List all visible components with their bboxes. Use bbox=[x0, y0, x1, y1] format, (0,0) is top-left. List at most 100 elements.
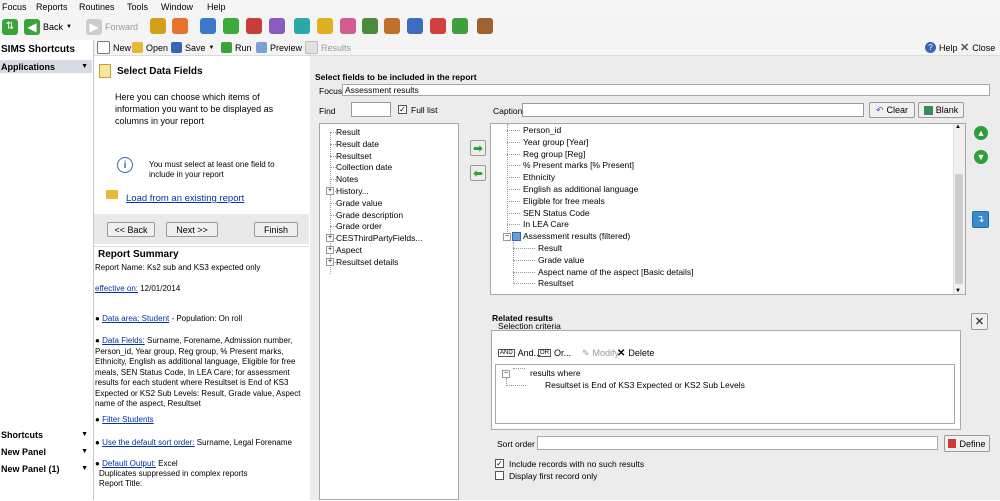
data-area-link[interactable]: Data area: Student bbox=[102, 314, 169, 323]
scroll-up-icon[interactable]: ▲ bbox=[955, 124, 961, 130]
help-button[interactable]: ? Help bbox=[925, 41, 958, 54]
menu-window[interactable]: Window bbox=[161, 2, 193, 12]
define-button[interactable]: Define bbox=[944, 435, 990, 452]
selected-field-item[interactable]: % Present marks [% Present] bbox=[523, 160, 634, 170]
caption-input[interactable] bbox=[522, 103, 864, 117]
sidebar-item-shortcuts[interactable]: Shortcuts ▼ bbox=[0, 428, 92, 441]
selected-field-item[interactable]: Result bbox=[538, 243, 562, 253]
delete-button[interactable]: ✕ Delete bbox=[617, 347, 654, 359]
chart-icon[interactable] bbox=[269, 18, 285, 34]
person-icon[interactable] bbox=[172, 18, 188, 34]
collapse-icon[interactable]: − bbox=[502, 370, 510, 378]
selected-field-item[interactable]: Grade value bbox=[538, 255, 584, 265]
criteria-condition[interactable]: Resultset is End of KS3 Expected or KS2 … bbox=[545, 380, 745, 390]
card-icon[interactable] bbox=[340, 18, 356, 34]
find-input[interactable] bbox=[351, 102, 391, 117]
tree-item[interactable]: Notes bbox=[336, 174, 358, 184]
tick-icon[interactable] bbox=[452, 18, 468, 34]
modify-button[interactable]: ✎ Modify bbox=[582, 347, 619, 359]
display-first-checkbox[interactable] bbox=[495, 471, 504, 480]
selected-field-item[interactable]: Eligible for free meals bbox=[523, 196, 605, 206]
tree-item[interactable]: Result date bbox=[336, 139, 379, 149]
selected-field-item[interactable]: In LEA Care bbox=[523, 219, 569, 229]
tree-item[interactable]: Collection date bbox=[336, 162, 392, 172]
tree-item[interactable]: History... bbox=[336, 186, 369, 196]
calendar-icon[interactable] bbox=[223, 18, 239, 34]
selected-field-item[interactable]: SEN Status Code bbox=[523, 208, 590, 218]
collapse-icon[interactable]: − bbox=[503, 233, 511, 242]
back-button[interactable]: ◀ Back ▼ bbox=[24, 18, 72, 36]
people-icon[interactable] bbox=[384, 18, 400, 34]
sidebar-item-new-panel-1[interactable]: New Panel (1) ▼ bbox=[0, 462, 92, 475]
sort-order-link[interactable]: Use the default sort order: bbox=[102, 438, 195, 447]
expand-icon[interactable]: + bbox=[326, 257, 334, 266]
selected-field-item[interactable]: Resultset bbox=[538, 278, 573, 288]
expand-icon[interactable]: + bbox=[326, 187, 334, 195]
add-field-button[interactable]: ➡ bbox=[470, 140, 486, 156]
back-step-button[interactable]: << Back bbox=[107, 222, 155, 237]
scrollbar-thumb[interactable] bbox=[955, 174, 963, 284]
remove-field-button[interactable]: ⬅ bbox=[470, 165, 486, 181]
tree-item[interactable]: Result bbox=[336, 127, 360, 137]
expand-icon[interactable]: + bbox=[326, 246, 334, 254]
sidebar-item-applications[interactable]: Applications ▼ bbox=[0, 60, 92, 73]
tree-item[interactable]: CESThirdPartyFields... bbox=[336, 233, 422, 243]
save-button[interactable]: Save ▼ bbox=[171, 41, 214, 54]
full-list-checkbox[interactable]: ✓ bbox=[398, 105, 407, 114]
book-icon[interactable] bbox=[200, 18, 216, 34]
staff-icon[interactable] bbox=[477, 18, 493, 34]
or-button[interactable]: OR Or... bbox=[538, 347, 571, 359]
remove-related-button[interactable]: ✕ bbox=[971, 313, 988, 330]
tree-item[interactable]: Resultset bbox=[336, 151, 371, 161]
selected-field-item[interactable]: Reg group [Reg] bbox=[523, 149, 585, 159]
available-fields-tree[interactable]: Result Result date Resultset Collection dat… bbox=[319, 123, 459, 500]
run-button[interactable]: Run bbox=[221, 41, 252, 54]
tree-item[interactable]: Grade value bbox=[336, 198, 382, 208]
checklist-icon[interactable] bbox=[246, 18, 262, 34]
preview-button[interactable]: Preview bbox=[256, 41, 302, 54]
clock-icon[interactable] bbox=[407, 18, 423, 34]
selected-field-item[interactable]: Person_id bbox=[523, 125, 561, 135]
menu-help[interactable]: Help bbox=[207, 2, 226, 12]
student-group-icon[interactable] bbox=[150, 18, 166, 34]
selected-field-item[interactable]: Ethnicity bbox=[523, 172, 555, 182]
default-output-link[interactable]: Default Output: bbox=[102, 459, 156, 468]
and-button[interactable]: AND And... bbox=[498, 347, 541, 359]
blank-button[interactable]: Blank bbox=[918, 102, 964, 118]
include-no-results-checkbox[interactable]: ✓ bbox=[495, 459, 504, 468]
move-up-button[interactable]: ▲ bbox=[974, 126, 988, 140]
scroll-down-icon[interactable]: ▼ bbox=[955, 288, 961, 294]
selected-field-item[interactable]: Aspect name of the aspect [Basic details… bbox=[538, 267, 693, 277]
new-button[interactable]: New bbox=[97, 41, 131, 54]
selected-field-item[interactable]: English as additional language bbox=[523, 184, 638, 194]
sort-order-field[interactable] bbox=[537, 436, 938, 450]
clear-button[interactable]: ↶ Clear bbox=[869, 102, 915, 118]
tree-item[interactable]: Grade description bbox=[336, 210, 403, 220]
tree-item[interactable]: Grade order bbox=[336, 221, 382, 231]
menu-tools[interactable]: Tools bbox=[127, 2, 148, 12]
related-results-button[interactable]: ↴ bbox=[972, 211, 989, 228]
forward-button[interactable]: ▶ Forward bbox=[86, 18, 138, 36]
expand-icon[interactable]: + bbox=[326, 234, 334, 243]
report-icon[interactable] bbox=[317, 18, 333, 34]
scrollbar[interactable]: ▲ ▼ bbox=[953, 124, 965, 294]
results-button[interactable]: Results bbox=[305, 41, 351, 54]
menu-reports[interactable]: Reports bbox=[36, 2, 68, 12]
focus-field[interactable]: Assessment results bbox=[342, 84, 990, 96]
move-down-button[interactable]: ▼ bbox=[974, 150, 988, 164]
effective-on-link[interactable]: effective on: bbox=[95, 284, 138, 293]
sidebar-item-new-panel[interactable]: New Panel ▼ bbox=[0, 445, 92, 458]
tree-item[interactable]: Aspect bbox=[336, 245, 362, 255]
data-fields-link[interactable]: Data Fields: bbox=[102, 336, 145, 345]
finish-button[interactable]: Finish bbox=[254, 222, 298, 237]
open-button[interactable]: Open bbox=[132, 41, 168, 54]
selected-fields-tree[interactable]: Person_id Year group [Year] Reg group [Reg… bbox=[490, 123, 966, 295]
user-icon[interactable] bbox=[430, 18, 446, 34]
assessment-results-node[interactable]: Assessment results (filtered) bbox=[523, 231, 630, 241]
pencil-icon[interactable] bbox=[362, 18, 378, 34]
menu-focus[interactable]: Focus bbox=[2, 2, 27, 12]
tree-item[interactable]: Resultset details bbox=[336, 257, 398, 267]
next-step-button[interactable]: Next >> bbox=[166, 222, 218, 237]
close-button[interactable]: ✕ Close bbox=[960, 41, 995, 54]
filter-students-link[interactable]: Filter Students bbox=[102, 415, 154, 424]
